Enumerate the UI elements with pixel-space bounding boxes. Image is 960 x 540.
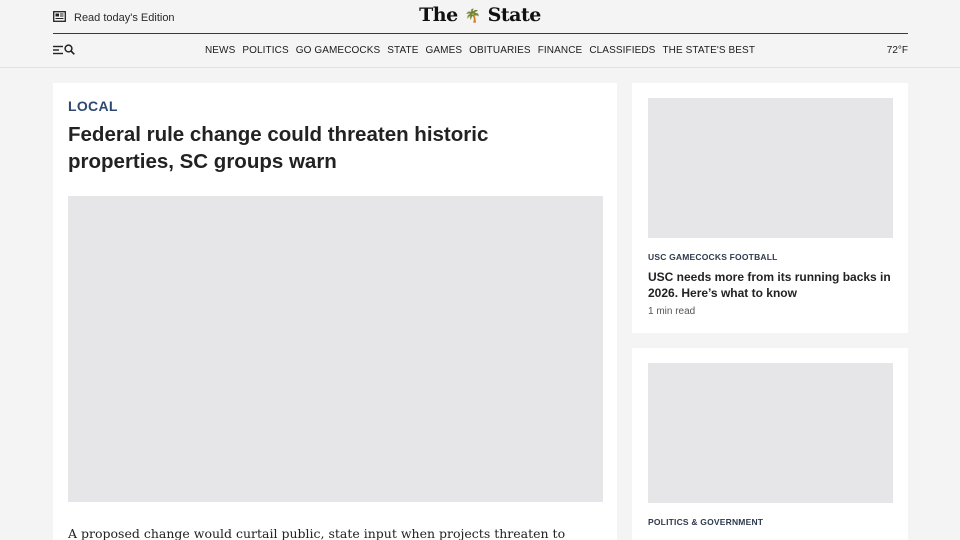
nav-item-finance[interactable]: FINANCE <box>538 45 583 56</box>
site-header: Read today's Edition The 🌴 State NEWS PO… <box>0 0 960 68</box>
sidebar-story-card: USC GAMECOCKS FOOTBALL USC needs more fr… <box>632 83 908 333</box>
story-image[interactable] <box>648 98 893 238</box>
story-image[interactable] <box>648 363 893 503</box>
nav-item-politics[interactable]: POLITICS <box>242 45 288 56</box>
nav-item-news[interactable]: NEWS <box>205 45 235 56</box>
nav-item-obituaries[interactable]: OBITUARIES <box>469 45 531 56</box>
weather-temperature[interactable]: 72°F <box>887 45 908 56</box>
nav-item-games[interactable]: GAMES <box>426 45 463 56</box>
main-nav: NEWS POLITICS GO GAMECOCKS STATE GAMES O… <box>0 45 960 56</box>
article-headline[interactable]: Federal rule change could threaten histo… <box>68 121 588 175</box>
logo-text-right: State <box>487 4 542 26</box>
palmetto-tree-icon: 🌴 <box>464 9 481 24</box>
lead-story-card: LOCAL Federal rule change could threaten… <box>53 83 617 540</box>
header-divider <box>53 33 908 34</box>
nav-item-go-gamecocks[interactable]: GO GAMECOCKS <box>296 45 381 56</box>
story-title[interactable]: USC needs more from its running backs in… <box>648 269 893 301</box>
logo-text-left: The <box>419 4 458 26</box>
nav-item-state[interactable]: STATE <box>387 45 418 56</box>
article-summary: A proposed change would curtail public, … <box>68 526 566 540</box>
nav-item-the-states-best[interactable]: THE STATE'S BEST <box>662 45 755 56</box>
sidebar-story-card: POLITICS & GOVERNMENT <box>632 348 908 540</box>
section-label[interactable]: LOCAL <box>68 98 118 114</box>
story-category[interactable]: USC GAMECOCKS FOOTBALL <box>648 252 778 262</box>
hero-image[interactable] <box>68 196 603 502</box>
read-time: 1 min read <box>648 306 696 317</box>
site-logo[interactable]: The 🌴 State <box>0 4 960 26</box>
nav-item-classifieds[interactable]: CLASSIFIEDS <box>589 45 655 56</box>
story-category[interactable]: POLITICS & GOVERNMENT <box>648 517 763 527</box>
